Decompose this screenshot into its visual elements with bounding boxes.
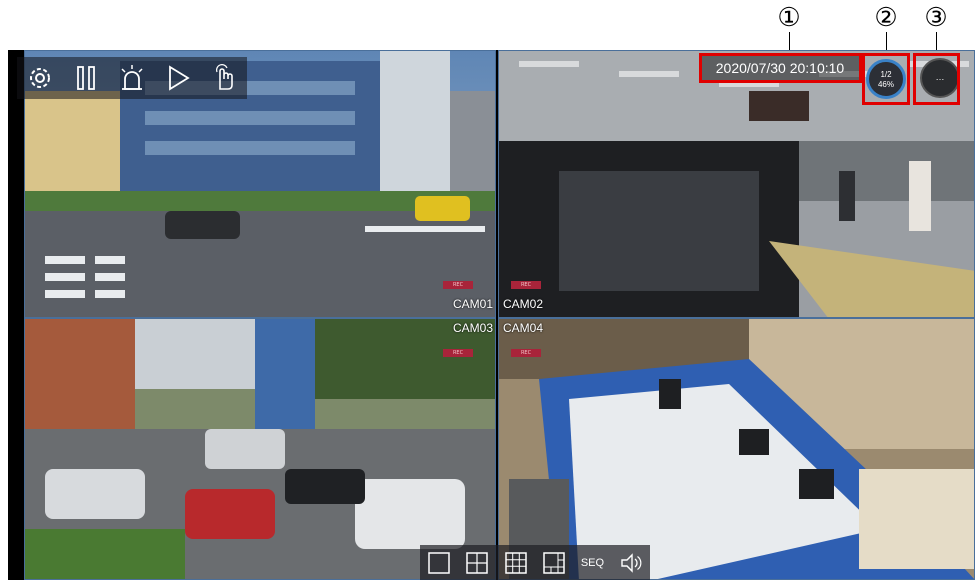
camera-label: CAM01 [453, 297, 494, 311]
callout-2: ② [874, 3, 898, 33]
gear-icon[interactable] [22, 60, 58, 96]
camera-viewer: REC CAM01 REC CAM02 CAM03 REC CAM04 REC [8, 50, 975, 580]
camera-label: CAM04 [503, 321, 544, 335]
camera-4-feed [499, 319, 974, 579]
layout-1-icon[interactable] [425, 549, 453, 577]
camera-panel-4[interactable]: CAM04 REC [498, 318, 975, 580]
layout-4-icon[interactable] [463, 549, 491, 577]
camera-panel-3[interactable]: CAM03 REC [24, 318, 496, 580]
rec-badge: REC [511, 349, 541, 357]
camera-label: CAM02 [503, 297, 544, 311]
rec-badge: REC [511, 281, 541, 289]
play-icon[interactable] [160, 60, 196, 96]
alarm-icon[interactable] [114, 60, 150, 96]
layout-custom-icon[interactable] [540, 549, 568, 577]
callout-2-highlight [862, 53, 910, 105]
control-toolbar [17, 57, 247, 99]
camera-label: CAM03 [453, 321, 494, 335]
layout-toolbar: SEQ [420, 545, 650, 580]
callout-3: ③ [924, 3, 948, 33]
callout-1: ① [777, 3, 801, 33]
callout-3-highlight [913, 53, 960, 105]
rec-badge: REC [443, 349, 473, 357]
callout-1-highlight [699, 53, 862, 83]
rec-badge: REC [443, 281, 473, 289]
speaker-icon[interactable] [617, 549, 645, 577]
camera-3-feed [25, 319, 495, 579]
touch-icon[interactable] [206, 60, 242, 96]
seq-button[interactable]: SEQ [578, 549, 606, 577]
pause-icon[interactable] [68, 60, 104, 96]
layout-9-icon[interactable] [502, 549, 530, 577]
